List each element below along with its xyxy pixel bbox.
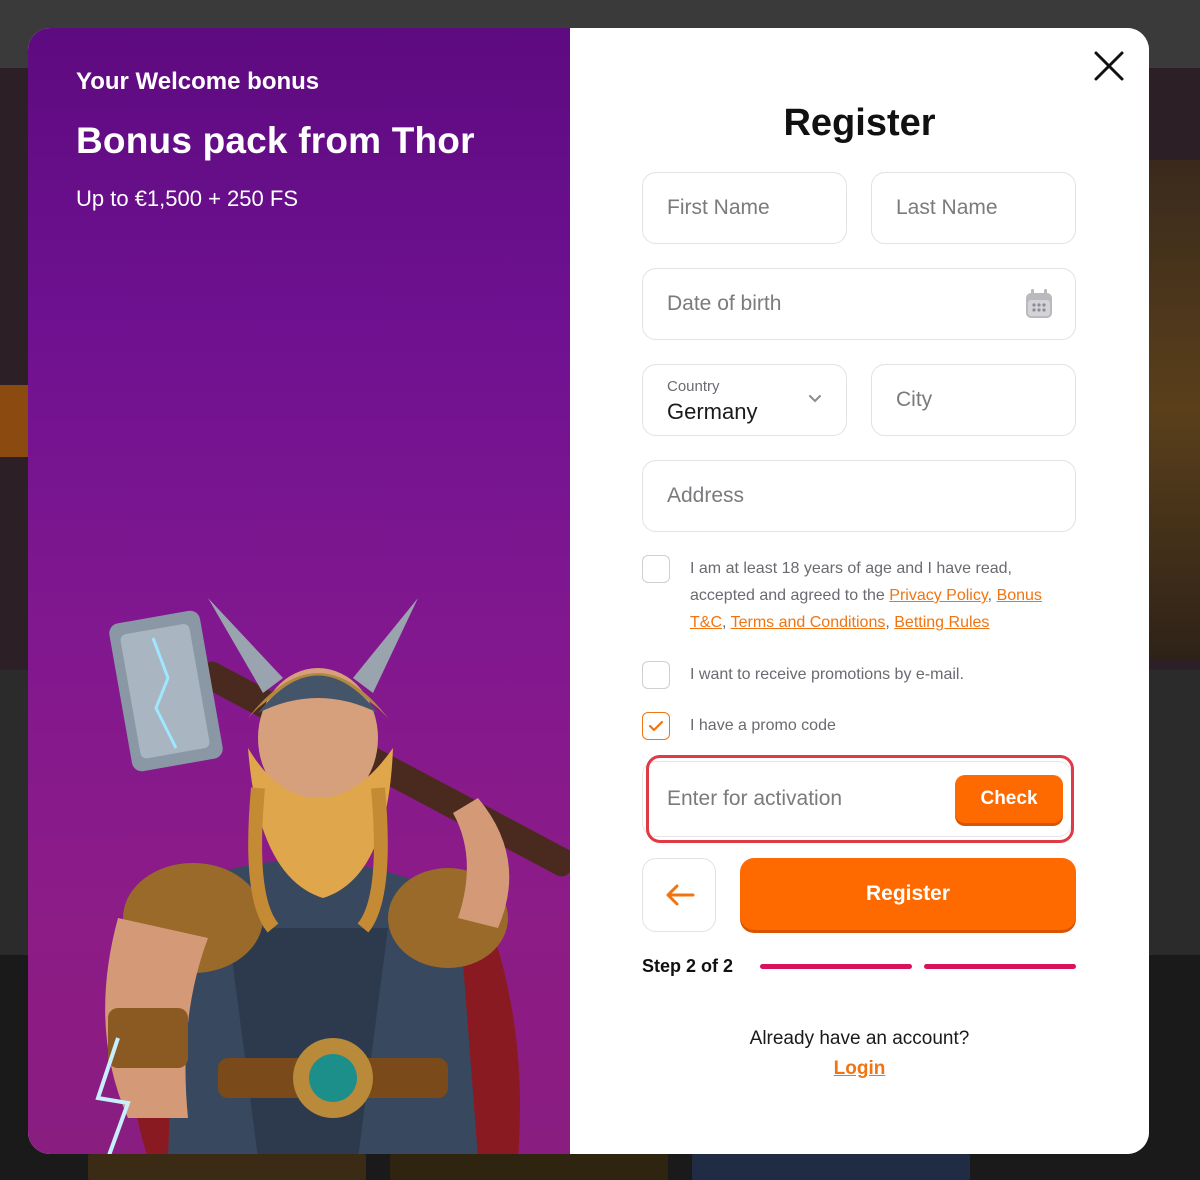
promo-code-label: I have a promo code [690, 717, 836, 734]
betting-rules-link[interactable]: Betting Rules [894, 614, 989, 631]
bonus-subtitle: Up to €1,500 + 250 FS [76, 186, 298, 211]
date-of-birth-field[interactable] [642, 268, 1076, 340]
consent-text: I am at least 18 years of age and I have… [690, 560, 1042, 631]
address-field[interactable] [642, 460, 1076, 532]
register-button[interactable]: Register [740, 858, 1076, 930]
bonus-title: Bonus pack from Thor [76, 120, 475, 161]
login-link[interactable]: Login [570, 1058, 1149, 1080]
promo-code-checkbox[interactable] [642, 712, 670, 740]
background-game-tile [390, 1154, 668, 1180]
step-bar-2 [924, 964, 1076, 969]
address-input[interactable] [667, 484, 1051, 508]
welcome-bonus-panel: Your Welcome bonus Bonus pack from Thor … [28, 28, 570, 1154]
background-game-tile [692, 1154, 970, 1180]
close-button[interactable] [1089, 46, 1129, 86]
back-button[interactable] [642, 858, 716, 932]
calendar-icon[interactable] [1025, 289, 1053, 319]
form-title: Register [783, 102, 936, 144]
last-name-field[interactable] [871, 172, 1076, 244]
consent-row: I am at least 18 years of age and I have… [642, 555, 1072, 636]
date-of-birth-input[interactable] [667, 292, 1051, 316]
check-icon [648, 720, 664, 732]
thor-illustration [95, 598, 570, 1154]
promotions-label: I want to receive promotions by e-mail. [690, 666, 964, 683]
register-form-panel: Register Country Germany [570, 28, 1149, 1154]
country-label: Country [667, 377, 720, 395]
promotions-row: I want to receive promotions by e-mail. [642, 661, 964, 689]
terms-link[interactable]: Terms and Conditions [731, 614, 886, 631]
city-input[interactable] [896, 388, 1051, 412]
promo-code-row: I have a promo code [642, 712, 836, 740]
last-name-input[interactable] [896, 196, 1051, 220]
city-field[interactable] [871, 364, 1076, 436]
step-indicator-text: Step 2 of 2 [642, 956, 734, 976]
country-value: Germany [667, 398, 758, 424]
country-select[interactable]: Country Germany [642, 364, 847, 436]
background-game-tile [88, 1154, 366, 1180]
bonus-eyebrow: Your Welcome bonus [76, 68, 320, 95]
consent-checkbox[interactable] [642, 555, 670, 583]
first-name-field[interactable] [642, 172, 847, 244]
first-name-input[interactable] [667, 196, 822, 220]
step-bar-1 [760, 964, 912, 969]
chevron-down-icon [809, 395, 821, 403]
promo-code-highlight [646, 755, 1074, 843]
promotions-checkbox[interactable] [642, 661, 670, 689]
privacy-policy-link[interactable]: Privacy Policy [889, 587, 987, 604]
background-artwork [1148, 160, 1200, 660]
close-icon [1094, 51, 1124, 81]
login-prompt: Already have an account? [749, 1028, 970, 1049]
register-modal: Your Welcome bonus Bonus pack from Thor … [28, 28, 1149, 1154]
arrow-left-icon [666, 884, 695, 906]
